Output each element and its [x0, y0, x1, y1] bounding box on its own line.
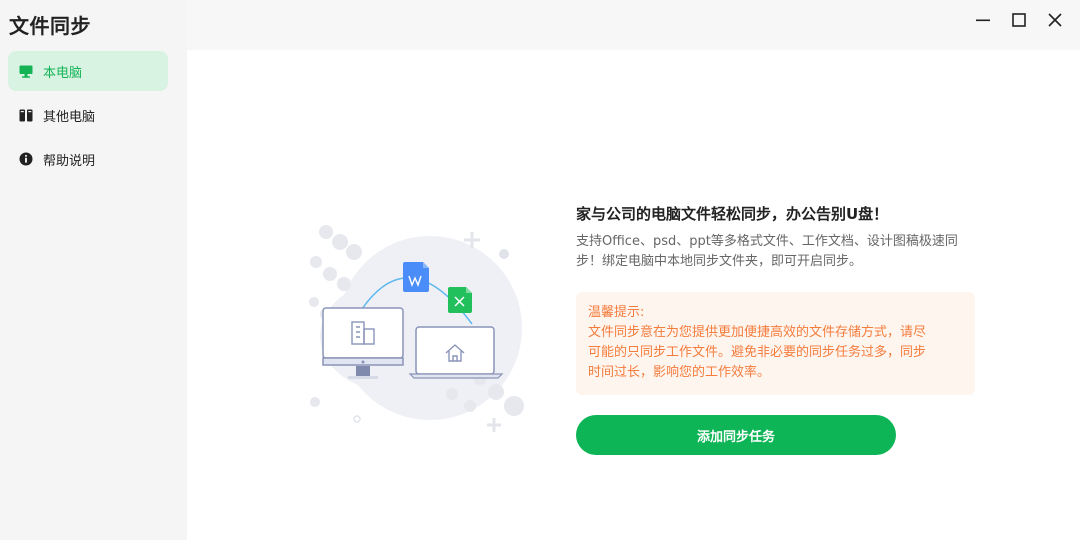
sidebar-item-other-computers[interactable]: 其他电脑: [8, 95, 168, 135]
intro-content: 家与公司的电脑文件轻松同步，办公告别U盘！ 支持Office、psd、ppt等多…: [576, 204, 976, 455]
monitor-icon: [19, 64, 33, 78]
sidebar-item-help[interactable]: 帮助说明: [8, 139, 168, 179]
close-icon[interactable]: [1043, 8, 1067, 32]
sidebar-item-this-computer[interactable]: 本电脑: [8, 51, 168, 91]
headline: 家与公司的电脑文件轻松同步，办公告别U盘！: [576, 205, 889, 223]
tip-text-line: 文件同步意在为您提供更加便捷高效的文件存储方式，请尽: [588, 325, 927, 340]
sidebar-item-label: 本电脑: [43, 65, 83, 81]
description: 支持Office、psd、ppt等多格式文件、工作文档、设计图稿极速同步！绑定电…: [576, 234, 958, 269]
sidebar-nav: 本电脑 其他电脑 帮助说明: [8, 51, 168, 183]
sidebar-item-label: 帮助说明: [43, 153, 96, 169]
sidebar: 文件同步 本电脑 其他电脑 帮助说明: [0, 0, 187, 540]
sidebar-item-label: 其他电脑: [43, 109, 96, 125]
title-bar: [187, 0, 1080, 50]
app-title: 文件同步: [9, 14, 91, 38]
tip-text-line: 时间过长，影响您的工作效率。: [588, 365, 771, 380]
computers-icon: [19, 108, 33, 122]
tip-box: 温馨提示: 文件同步意在为您提供更加便捷高效的文件存储方式，请尽 可能的只同步工…: [576, 292, 975, 395]
sync-illustration: [300, 216, 540, 446]
add-sync-task-button[interactable]: 添加同步任务: [576, 415, 896, 455]
tip-text-line: 可能的只同步工作文件。避免非必要的同步任务过多，同步: [588, 345, 927, 360]
tip-title: 温馨提示:: [588, 305, 645, 320]
info-icon: [19, 152, 33, 166]
minimize-icon[interactable]: [971, 8, 995, 32]
maximize-icon[interactable]: [1007, 8, 1031, 32]
